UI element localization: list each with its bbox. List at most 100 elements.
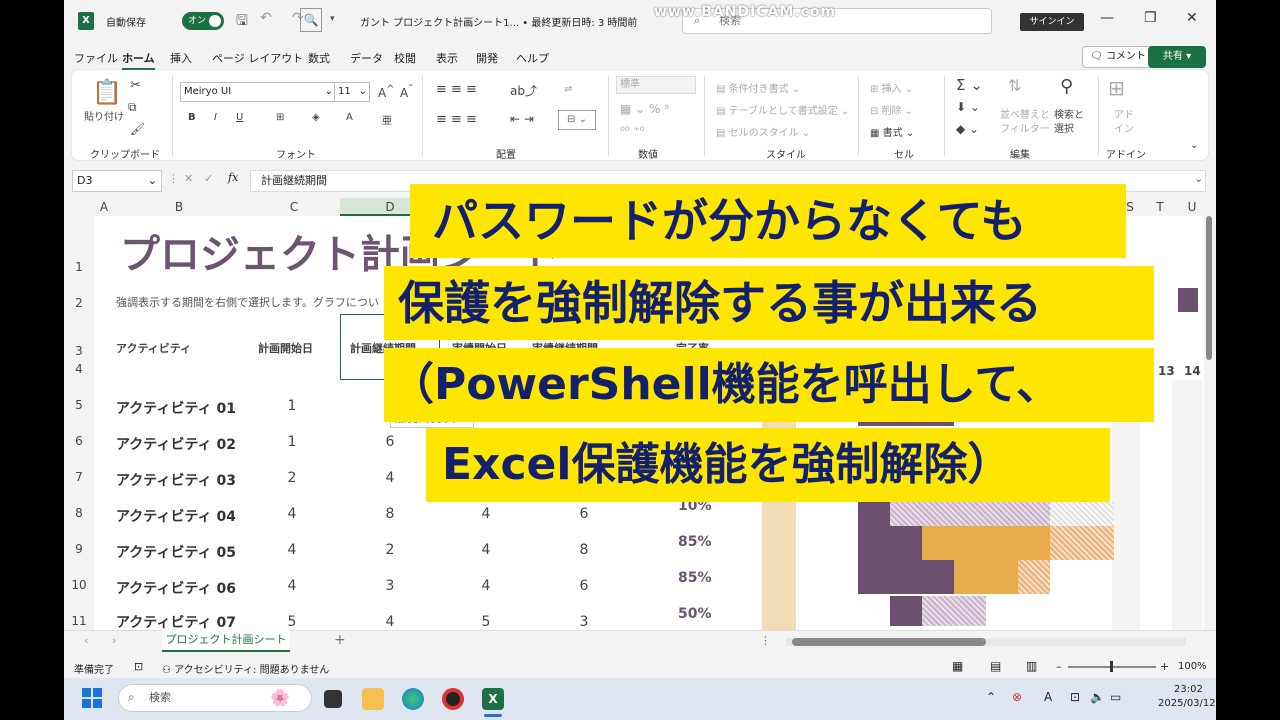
shrink-font-icon[interactable]: Aˇ [400, 84, 413, 100]
cut-icon[interactable]: ✂ [130, 78, 141, 93]
border-icon[interactable]: ⊞ [276, 112, 284, 123]
merge-center-icon[interactable]: ⊟ ⌄ [558, 110, 596, 130]
column-header-a[interactable]: A [94, 198, 114, 216]
activity-name[interactable]: アクティビティ 02 [116, 434, 236, 454]
column-header-c[interactable]: C [244, 198, 344, 216]
tab-file[interactable]: ファイル [74, 50, 118, 66]
pct-complete-cell[interactable]: 50% [678, 606, 712, 622]
tab-formulas[interactable]: 数式 [308, 50, 330, 66]
pct-complete-cell[interactable]: 85% [678, 534, 712, 550]
paste-label[interactable]: 貼り付け [84, 108, 124, 123]
actual-duration-cell[interactable]: 6 [564, 506, 604, 522]
name-box[interactable]: D3 ⌄ [72, 170, 162, 192]
zoom-slider-thumb[interactable] [1110, 661, 1113, 672]
format-as-table-button[interactable]: ▤ テーブルとして書式設定 ⌄ [716, 102, 849, 117]
format-painter-icon[interactable]: 🖌 [130, 122, 145, 136]
copy-icon[interactable]: ⧉ [128, 100, 137, 115]
tray-chevron-icon[interactable]: ⌃ [986, 690, 996, 704]
fill-color-icon[interactable]: ◈ [312, 112, 320, 123]
excel-taskbar-icon[interactable]: X [482, 688, 504, 710]
indent-icon[interactable]: ⇤ ⇥ [510, 112, 534, 126]
windows-start-icon[interactable] [82, 688, 102, 708]
addins-label-2[interactable]: イン [1114, 120, 1134, 135]
confirm-entry-icon[interactable]: ✓ [204, 172, 213, 185]
plan-duration-cell[interactable]: 8 [370, 506, 410, 522]
volume-icon[interactable]: 🔈 [1090, 690, 1105, 704]
vertical-scroll-thumb[interactable] [1206, 216, 1212, 360]
macro-record-icon[interactable]: ⊡ [134, 660, 143, 673]
minimize-icon[interactable]: — [1100, 10, 1114, 26]
activity-name[interactable]: アクティビティ 01 [116, 398, 236, 418]
pct-complete-cell[interactable]: 85% [678, 570, 712, 586]
header-plan-start[interactable]: 計画開始日 [258, 340, 313, 356]
row-header-4[interactable]: 4 [64, 362, 94, 376]
insert-function-icon[interactable]: fx [228, 171, 238, 184]
wrap-text-icon[interactable]: ⇌ [564, 84, 572, 95]
plan-start-cell[interactable]: 1 [272, 398, 312, 414]
plan-duration-cell[interactable]: 2 [370, 542, 410, 558]
row-header-7[interactable]: 7 [64, 470, 94, 484]
zoom-level[interactable]: 100% [1178, 661, 1207, 672]
grow-font-icon[interactable]: A^ [378, 84, 395, 100]
bandicam-icon[interactable] [442, 688, 464, 710]
activity-name[interactable]: アクティビティ 07 [116, 612, 236, 632]
activity-name[interactable]: アクティビティ 03 [116, 470, 236, 490]
bold-icon[interactable]: B [188, 112, 196, 123]
cancel-entry-icon[interactable]: ✕ [184, 172, 193, 185]
task-view-icon[interactable] [324, 690, 342, 708]
signin-button[interactable]: サインイン [1020, 13, 1084, 31]
share-button[interactable]: 共有 ▾ [1148, 46, 1206, 68]
underline-icon[interactable]: U [236, 112, 243, 123]
battery-icon[interactable]: ▭ [1110, 690, 1121, 704]
row-header-6[interactable]: 6 [64, 434, 94, 448]
column-header-b[interactable]: B [124, 198, 234, 216]
font-size-select[interactable]: 11 ⌄ [334, 82, 370, 102]
align-top-icon[interactable]: ≡ ≡ ≡ [436, 82, 477, 97]
paste-icon[interactable]: 📋 [92, 78, 122, 106]
activity-name[interactable]: アクティビティ 04 [116, 506, 236, 526]
row-header-9[interactable]: 9 [64, 542, 94, 556]
header-activity[interactable]: アクティビティ [116, 340, 191, 356]
insert-cells-button[interactable]: ⊞ 挿入 ⌄ [870, 80, 913, 95]
tab-review[interactable]: 校閲 [394, 50, 416, 66]
font-name-select[interactable]: Meiryo UI ⌄ [180, 82, 336, 102]
italic-icon[interactable]: I [214, 112, 217, 123]
sort-filter-label[interactable]: 並べ替えと [1000, 106, 1050, 121]
plan-start-cell[interactable]: 5 [272, 614, 312, 630]
filter-label[interactable]: フィルター [1000, 120, 1050, 135]
select-label[interactable]: 選択 [1054, 120, 1074, 135]
tab-home[interactable]: ホーム [122, 50, 155, 70]
align-left-icon[interactable]: ≡ ≡ ≡ [436, 112, 477, 127]
cell-styles-button[interactable]: ▤ セルのスタイル ⌄ [716, 124, 810, 139]
actual-start-cell[interactable]: 4 [466, 578, 506, 594]
page-layout-view-icon[interactable]: ▤ [990, 659, 1001, 673]
zoom-out-icon[interactable]: – [1056, 660, 1062, 673]
plan-start-cell[interactable]: 4 [272, 506, 312, 522]
tab-scroll-menu-icon[interactable]: ⋮ [760, 634, 771, 647]
font-color-icon[interactable]: A [346, 112, 353, 123]
formula-options-icon[interactable]: ⋮ [168, 172, 179, 185]
taskbar-time[interactable]: 23:02 [1174, 684, 1203, 695]
plan-start-cell[interactable]: 2 [272, 470, 312, 486]
document-title[interactable]: ガント プロジェクト計画シート1... • 最終更新日時: 3 時間前 [360, 14, 637, 29]
accessibility-status[interactable]: ⚇ アクセシビリティ: 問題ありません [162, 661, 329, 676]
next-sheet-icon[interactable]: › [112, 634, 116, 647]
actual-duration-cell[interactable]: 8 [564, 542, 604, 558]
autosave-toggle[interactable]: オン [182, 12, 224, 30]
tab-data[interactable]: データ [350, 50, 383, 66]
zoom-search-icon[interactable]: 🔍 [300, 8, 322, 32]
add-sheet-icon[interactable]: + [334, 632, 346, 648]
normal-view-icon[interactable]: ▦ [952, 659, 963, 673]
ime-icon[interactable]: A [1044, 690, 1052, 704]
plan-start-cell[interactable]: 1 [272, 434, 312, 450]
addins-icon[interactable]: ⊞ [1108, 76, 1125, 100]
plan-duration-cell[interactable]: 3 [370, 578, 410, 594]
row-header-8[interactable]: 8 [64, 506, 94, 520]
tab-page-layout[interactable]: ページ レイアウト [212, 50, 303, 66]
page-break-view-icon[interactable]: ▥ [1026, 659, 1037, 673]
collapse-ribbon-icon[interactable]: ⌄ [1190, 140, 1198, 151]
undo-icon[interactable]: ↶ [260, 10, 272, 26]
sheet-subtitle[interactable]: 強調表示する期間を右側で選択します。グラフについ [116, 294, 379, 310]
comment-button[interactable]: 🗨 コメント [1082, 46, 1154, 68]
close-icon[interactable]: ✕ [1186, 10, 1198, 26]
